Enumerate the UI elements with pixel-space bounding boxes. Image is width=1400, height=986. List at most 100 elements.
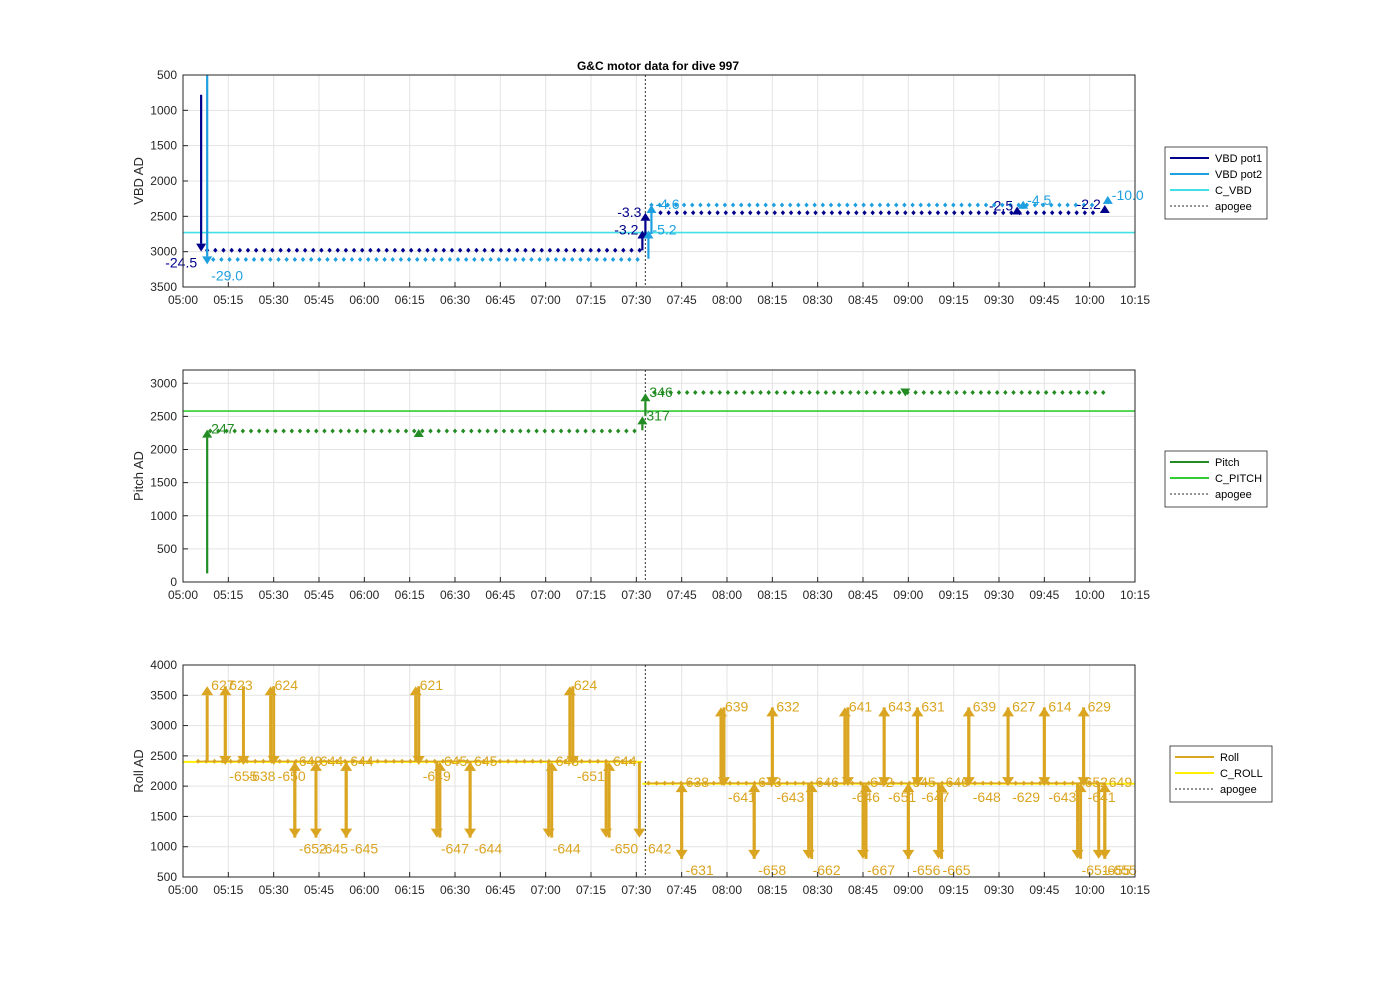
y-tick-label: 2500 [150,409,177,423]
arrow-label: -642 [643,841,671,857]
y-tick-label: 1000 [150,509,177,523]
x-tick-label: 09:15 [939,293,969,307]
arrow-label: 643 [556,753,580,769]
legend-label: apogee [1215,201,1252,213]
x-tick-label: 05:15 [213,293,243,307]
x-tick-label: 06:00 [349,293,379,307]
arrow-label: 644 [613,753,637,769]
y-tick-label: 3500 [150,280,177,294]
x-tick-label: 05:45 [304,883,334,897]
y-tick-label: 2500 [150,209,177,223]
arrow-label: -3.3 [617,204,641,220]
x-tick-label: 08:30 [803,293,833,307]
x-tick-label: 06:00 [349,883,379,897]
y-tick-label: 2000 [150,443,177,457]
x-tick-label: 05:00 [168,293,198,307]
x-tick-label: 08:15 [757,293,787,307]
arrow-label: 645 [474,753,498,769]
x-tick-label: 09:00 [893,293,923,307]
arrow-label: -643 [1048,789,1076,805]
arrow-label: -643 [776,789,804,805]
arrow-label: -656 [912,862,940,878]
arrow-label: 632 [776,698,800,714]
x-tick-label: 05:45 [304,588,334,602]
x-tick-label: 05:30 [259,588,289,602]
figure-title: G&C motor data for dive 997 [577,59,739,73]
y-tick-label: 500 [157,68,177,82]
arrow-label: -667 [867,862,895,878]
arrow-label: -29.0 [211,267,243,283]
arrow-label: 624 [574,677,598,693]
arrow-label: -631 [686,862,714,878]
x-tick-label: 06:15 [395,293,425,307]
panel-3: 627-655623-638624-650-652649-645644-6456… [131,658,1273,897]
y-tick-label: 500 [157,870,177,884]
y-tick-label: 1000 [150,840,177,854]
arrow-label: -10.0 [1112,187,1144,203]
panel-1: -24.5-29.0-3.2-3.3-5.2-4.6 -2.5 -4.5 -2.2-1… [131,68,1268,307]
arrow-label: -651 [577,768,605,784]
arrow-label: 649 [1109,774,1133,790]
x-tick-label: 07:15 [576,588,606,602]
x-tick-label: 05:00 [168,883,198,897]
figure: G&C motor data for dive 997 -24.5-29.0-3… [0,0,1400,986]
x-tick-label: 06:15 [395,883,425,897]
x-tick-label: 06:00 [349,588,379,602]
legend-label: apogee [1220,784,1257,796]
x-tick-label: 07:30 [621,883,651,897]
arrow-label: -2.2 [1077,196,1101,212]
x-tick-label: 10:00 [1075,293,1105,307]
legend-label: apogee [1215,489,1252,501]
x-tick-label: 10:00 [1075,588,1105,602]
y-tick-label: 3000 [150,245,177,259]
x-tick-label: 09:30 [984,588,1014,602]
x-tick-label: 09:15 [939,588,969,602]
legend-label: Roll [1220,752,1239,764]
arrow-label: 645 [444,753,468,769]
x-tick-label: 05:45 [304,293,334,307]
arrow-label: 624 [275,677,299,693]
x-tick-label: 07:15 [576,293,606,307]
y-axis-label: Pitch AD [131,451,146,501]
x-tick-label: 10:15 [1120,883,1150,897]
legend: Pitch C_PITCHapogee [1164,450,1268,508]
arrow-label: -2.5 [989,197,1013,213]
arrow-label: 641 [849,698,873,714]
arrow-label: -4.6 [655,196,679,212]
x-tick-label: 06:15 [395,588,425,602]
arrow-label: -644 [553,841,581,857]
x-tick-label: 08:45 [848,588,878,602]
x-tick-label: 10:00 [1075,883,1105,897]
arrow-label: -645 [320,841,348,857]
x-tick-label: 06:30 [440,293,470,307]
arrow-label: -5.2 [652,221,676,237]
x-tick-label: 08:00 [712,293,742,307]
arrow-label: 644 [320,753,344,769]
arrow-label: 639 [725,698,749,714]
legend-label: VBD pot1 [1215,153,1262,165]
x-tick-label: 07:00 [531,588,561,602]
arrow-label: 621 [420,677,444,693]
x-tick-label: 05:15 [213,883,243,897]
x-tick-label: 08:15 [757,588,787,602]
x-tick-label: 09:45 [1029,293,1059,307]
x-tick-label: 05:30 [259,293,289,307]
y-tick-label: 2000 [150,174,177,188]
x-tick-label: 08:30 [803,883,833,897]
x-tick-label: 06:45 [485,883,515,897]
y-tick-label: 2000 [150,779,177,793]
x-tick-label: 08:00 [712,883,742,897]
legend-label: VBD pot2 [1215,169,1262,181]
legend-label: Pitch [1215,457,1239,469]
x-tick-label: 08:15 [757,883,787,897]
arrow-label: 631 [921,698,945,714]
x-tick-label: 10:15 [1120,293,1150,307]
x-tick-label: 09:30 [984,883,1014,897]
x-tick-label: 06:30 [440,883,470,897]
y-axis-label: VBD AD [131,157,146,205]
legend: Roll C_ROLLapogee [1169,745,1273,803]
y-tick-label: 1000 [150,103,177,117]
arrow-label: 646 [946,774,970,790]
x-tick-label: 07:15 [576,883,606,897]
x-tick-label: 07:45 [667,588,697,602]
